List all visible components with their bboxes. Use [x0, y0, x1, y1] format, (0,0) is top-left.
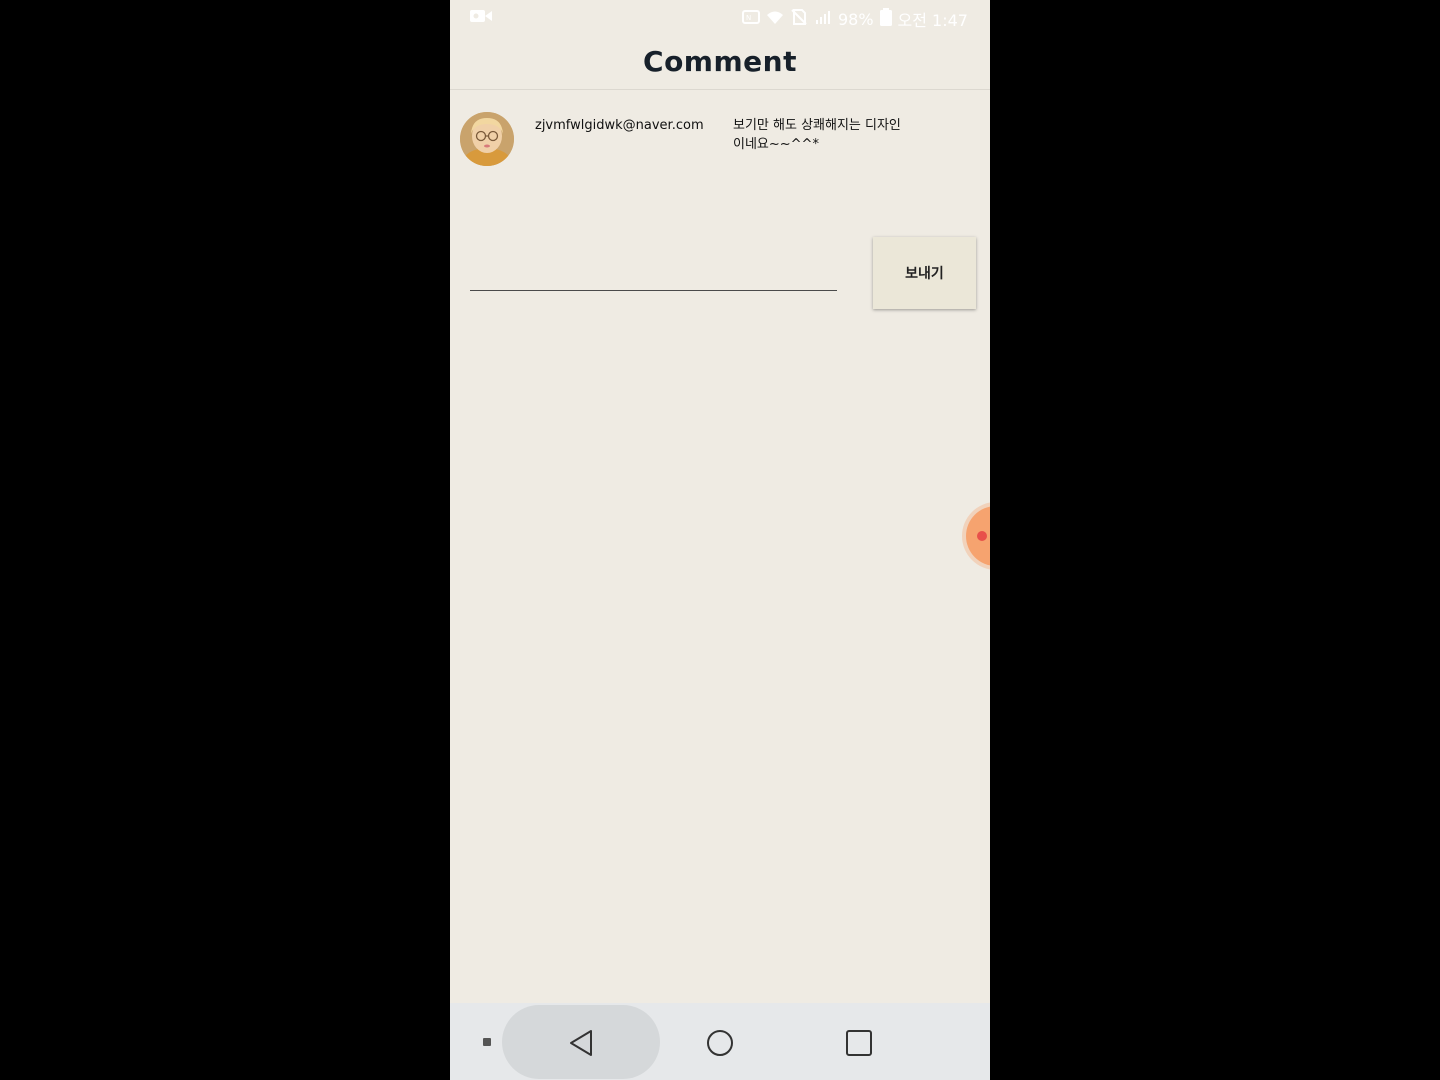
wifi-icon	[766, 9, 784, 29]
clock: 오전 1:47	[897, 11, 968, 30]
avatar	[460, 112, 514, 166]
battery-icon	[879, 8, 892, 30]
comment-author-email: zjvmfwlgidwk@naver.com	[535, 118, 704, 133]
recent-apps-icon[interactable]	[845, 1029, 873, 1057]
navigation-bar	[450, 1003, 990, 1080]
battery-percent: 98%	[837, 9, 874, 29]
floating-assistant-bubble[interactable]	[966, 506, 990, 566]
comment-composer: 보내기	[450, 230, 990, 320]
status-bar: N 98% 오전 1:47	[450, 0, 990, 34]
screen-record-icon	[470, 8, 492, 28]
home-icon[interactable]	[706, 1029, 734, 1057]
nfc-icon: N	[741, 9, 760, 29]
signal-icon	[814, 9, 832, 29]
back-icon[interactable]	[568, 1029, 594, 1057]
no-sim-icon	[790, 9, 808, 29]
phone-screen: N 98% 오전 1:47 Comment zjvmfwlgidwk@naver…	[450, 0, 990, 1080]
bubble-dot-icon	[977, 531, 987, 541]
comment-input[interactable]	[470, 256, 837, 291]
comment-item: zjvmfwlgidwk@naver.com 보기만 해도 상쾌해지는 디자인이…	[450, 110, 990, 170]
svg-text:N: N	[746, 14, 751, 22]
comment-text: 보기만 해도 상쾌해지는 디자인이네요~~^^*	[733, 118, 901, 152]
page-title: Comment	[643, 45, 797, 78]
nav-dot-icon[interactable]	[483, 1038, 491, 1046]
send-button[interactable]: 보내기	[873, 237, 976, 309]
app-header: Comment	[450, 34, 990, 90]
